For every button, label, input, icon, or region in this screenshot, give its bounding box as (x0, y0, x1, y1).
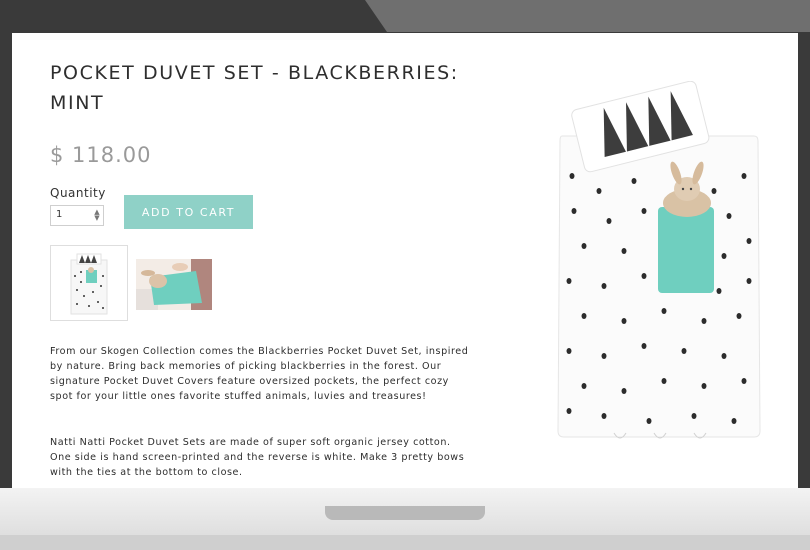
thumbnail-duvet[interactable] (50, 245, 128, 321)
quantity-value: 1 (56, 209, 63, 220)
product-image (557, 81, 761, 439)
quantity-input[interactable]: 1 ▲ ▼ (50, 205, 104, 226)
thumbnail-lifestyle[interactable] (136, 259, 212, 310)
add-to-cart-button[interactable]: ADD TO CART (124, 195, 253, 229)
quantity-stepper-icon[interactable]: ▲ ▼ (93, 209, 101, 222)
lifestyle-thumbnail-image (136, 259, 212, 310)
duvet-thumbnail-image (70, 253, 108, 315)
bezel-reflection (365, 0, 810, 32)
product-title: POCKET DUVET SET - BLACKBERRIES: MINT (50, 62, 459, 114)
product-price: $ 118.00 (50, 143, 152, 167)
quantity-label: Quantity (50, 186, 106, 200)
laptop-screen: POCKET DUVET SET - BLACKBERRIES: MINT $ … (12, 33, 798, 488)
laptop-base-shadow (0, 535, 810, 550)
laptop-notch (325, 506, 485, 520)
product-description-paragraph-1: From our Skogen Collection comes the Bla… (50, 346, 469, 402)
product-description-paragraph-2: Natti Natti Pocket Duvet Sets are made o… (50, 437, 465, 478)
